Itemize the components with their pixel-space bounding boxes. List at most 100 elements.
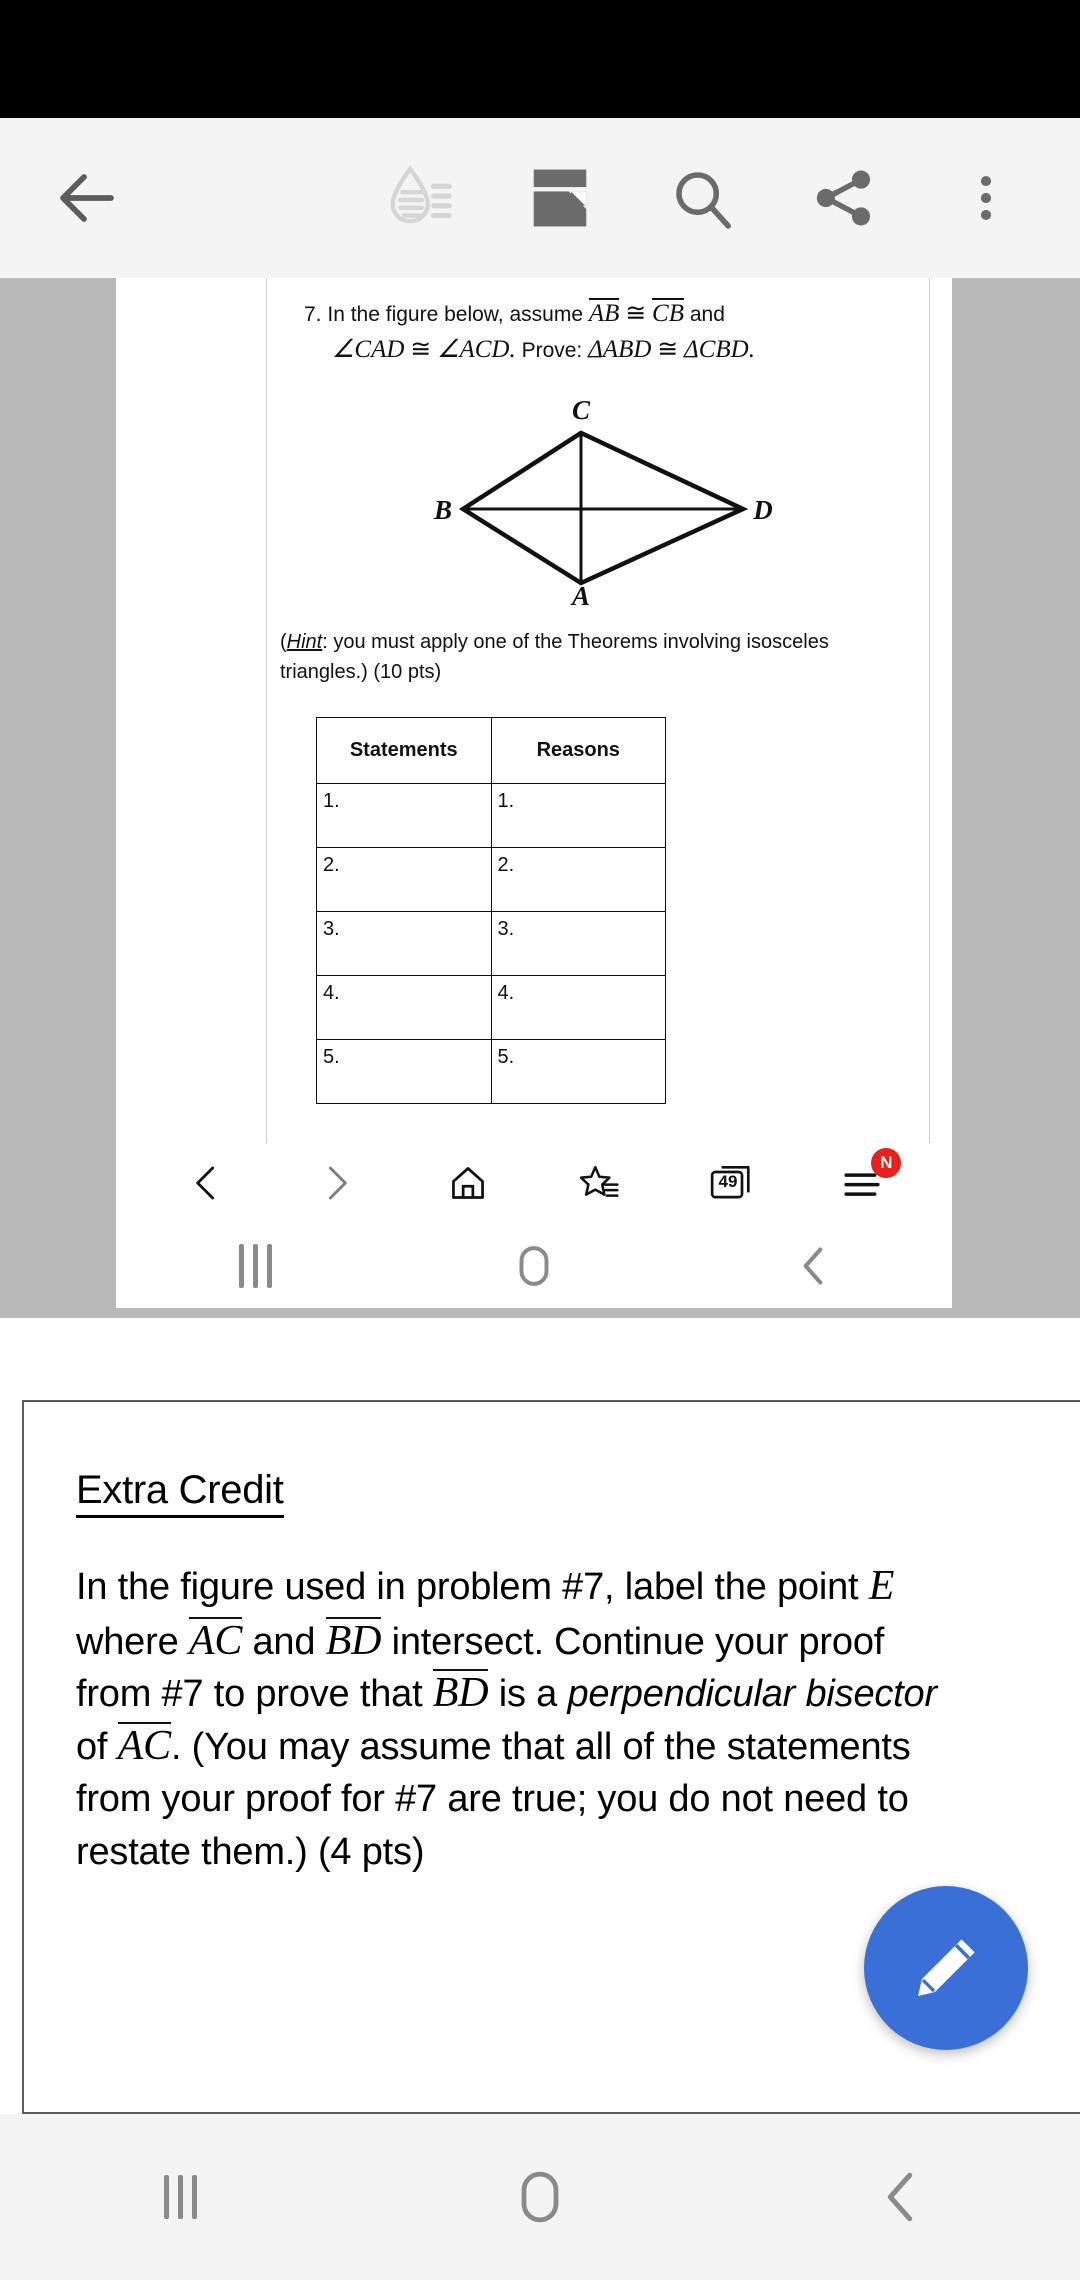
browser-bookmarks-button[interactable] [565,1152,635,1214]
ec-line-3: from #7 to prove that BD is a perpendicu… [76,1668,1034,1720]
table-row: 5. 5. [316,1038,666,1104]
congruent-symbol-1: ≅ [625,300,647,327]
ec-p2-pre: where [76,1620,179,1663]
column-rule-left [266,278,267,1143]
reason-cell: 1. [490,782,666,848]
embedded-screenshot[interactable]: 7. In the figure below, assume AB ≅ CB a… [0,278,1080,1318]
browser-menu-button[interactable]: N [827,1148,902,1214]
segment-bd-1: BD [325,1616,382,1664]
reason-cell: 2. [490,846,666,912]
browser-home-button[interactable] [433,1152,503,1214]
nav-back-icon [195,1166,214,1200]
proof-table: Statements Reasons 1. 1. 2. 2. 3. 3. 4. … [316,716,666,1104]
overflow-menu-button[interactable] [938,150,1034,246]
segment-bd-2: BD [432,1669,489,1717]
edit-pencil-icon [918,1939,975,1996]
back-button-icon [803,1246,823,1285]
back-icon [887,2172,913,2222]
ec-p3-emphasis: perpendicular bisector [567,1673,937,1716]
system-back-button[interactable] [720,2168,1080,2226]
home-button-icon [519,1245,549,1286]
extra-credit-card[interactable]: Extra Credit In the figure used in probl… [22,1400,1080,2114]
search-icon [676,172,732,229]
system-home-button[interactable] [360,2165,720,2229]
triangle-abd: ΔABD [588,336,652,364]
problem-line1-post: and [689,303,725,326]
triangle-cbd: ΔCBD. [684,336,755,364]
statement-cell: 1. [316,782,492,848]
brightness-button[interactable] [370,150,466,246]
captured-home-button[interactable] [395,1241,674,1291]
ec-line-5: from your proof for #7 are true; you do … [76,1778,909,1821]
reason-cell: 3. [490,910,666,976]
vertex-label-c: C [572,395,591,425]
reason-cell: 4. [490,974,666,1040]
problem-line1-pre: In the figure below, assume [327,303,584,326]
browser-forward-button[interactable] [302,1152,372,1214]
ec-p2-and: and [252,1620,316,1663]
recents-icon [163,2175,197,2219]
statement-cell: 4. [316,974,492,1040]
overflow-menu-icon [980,176,992,220]
angle-cad: ∠CAD [332,336,405,364]
share-icon [816,170,871,226]
captured-recents-button[interactable] [116,1243,395,1288]
extra-credit-body: In the figure used in problem #7, label … [76,1558,1034,1878]
prove-label: Prove: [521,339,583,363]
browser-bottom-bar: 49 N [116,1143,952,1223]
edit-fab-button[interactable] [864,1886,1028,2050]
table-row: 4. 4. [316,974,666,1040]
ec-line-1: In the figure used in problem #7, label … [76,1558,1034,1616]
tab-count-label: 49 [718,1172,738,1191]
vertex-label-a: A [570,581,590,606]
captured-back-button[interactable] [673,1244,952,1288]
rhombus-diagram-svg: C B D A [433,395,773,606]
ec-line-4: of AC. (You may assume that all of the s… [76,1721,1034,1773]
hint-text: : you must apply one of the Theorems inv… [280,630,829,683]
congruent-symbol-3: ≅ [657,336,679,364]
back-button[interactable] [44,155,130,241]
segment-ac-1: AC [188,1616,243,1664]
column-rule-right [929,278,930,1143]
page-layout-icon [533,169,587,227]
ec-p3-pre: from #7 to prove that [76,1673,423,1716]
vertex-label-b: B [433,495,452,525]
problem-line-2: ∠CAD ≅ ∠ACD. Prove: ΔABD ≅ ΔCBD. [332,332,926,368]
rhombus-figure: C B D A [401,391,801,611]
ec-p4-pre: of [76,1725,108,1768]
system-recents-button[interactable] [0,2175,360,2219]
ec-line-2: where AC and BD intersect. Continue your… [76,1616,1034,1668]
nav-forward-icon [328,1166,347,1200]
table-row: 3. 3. [316,910,666,976]
hint-open-paren: ( [280,630,287,653]
statement-cell: 2. [316,846,492,912]
system-nav-bar [0,2114,1080,2280]
segment-ac-2: AC [117,1721,171,1769]
recents-icon [238,1243,272,1288]
problem-line-1: 7. In the figure below, assume AB ≅ CB a… [304,296,926,332]
status-bar [0,0,1080,118]
share-button[interactable] [796,150,892,246]
arrow-left-icon [60,174,114,222]
browser-back-button[interactable] [171,1152,241,1214]
reason-cell: 5. [490,1038,666,1104]
segment-ab: AB [588,298,620,327]
ec-p2-post: intersect. Continue your proof [391,1620,885,1663]
table-row: 1. 1. [316,782,666,848]
problem-hint: (Hint: you must apply one of the Theorem… [280,627,900,687]
bookmarks-icon [579,1166,619,1197]
ec-p4-post: . (You may assume that all of the statem… [170,1725,911,1768]
header-statements: Statements [316,716,492,784]
table-header-row: Statements Reasons [316,716,666,784]
content-gap [0,1318,1080,1400]
search-button[interactable] [654,150,750,246]
extra-credit-content: Extra Credit In the figure used in probl… [24,1402,1080,1878]
problem-7: 7. In the figure below, assume AB ≅ CB a… [276,296,926,1104]
hint-word: Hint [286,630,323,653]
header-reasons: Reasons [490,716,666,784]
menu-notification-badge: N [871,1148,902,1178]
statement-cell: 3. [316,910,492,976]
page-layout-button[interactable] [512,150,608,246]
congruent-symbol-2: ≅ [410,336,432,364]
browser-tabs-button[interactable]: 49 [696,1152,766,1214]
